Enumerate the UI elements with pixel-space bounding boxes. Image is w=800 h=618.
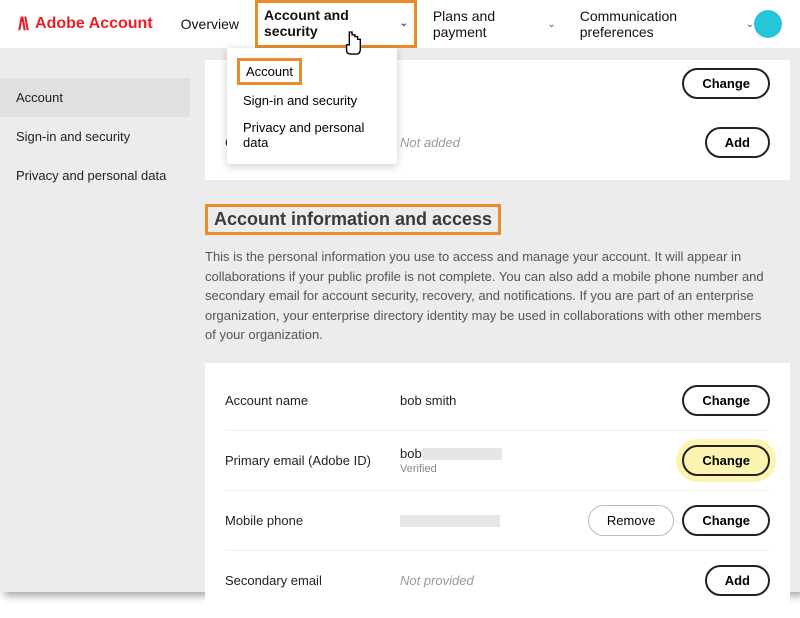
avatar[interactable] xyxy=(754,10,782,38)
primary-email-label: Primary email (Adobe ID) xyxy=(225,453,400,468)
mobile-label: Mobile phone xyxy=(225,513,400,528)
account-info-card: Account name bob smith Change Primary em… xyxy=(205,363,790,618)
nav-plans-label: Plans and payment xyxy=(433,8,544,40)
dropdown-signin[interactable]: Sign-in and security xyxy=(227,87,397,114)
adobe-logo[interactable]: /\\ Adobe Account xyxy=(18,14,153,35)
section-account-info: Account information and access This is t… xyxy=(205,204,790,345)
primary-email-text: bob xyxy=(400,446,422,461)
sidebar-account[interactable]: Account xyxy=(0,78,190,117)
primary-email-value: bob Verified xyxy=(400,446,682,475)
nav-comm-label: Communication preferences xyxy=(580,8,742,40)
nav-plans[interactable]: Plans and payment ⌄ xyxy=(433,8,556,40)
secondary-email-value: Not provided xyxy=(400,573,705,588)
section-title: Account information and access xyxy=(214,209,492,230)
change-account-name-button[interactable]: Change xyxy=(682,385,770,416)
chevron-down-icon: ⌄ xyxy=(746,19,754,30)
sidebar-privacy[interactable]: Privacy and personal data xyxy=(0,156,190,195)
nav-account-security[interactable]: Account and security ⌄ xyxy=(255,0,417,48)
sidebar-signin[interactable]: Sign-in and security xyxy=(0,117,190,156)
sidebar: Account Sign-in and security Privacy and… xyxy=(0,48,190,618)
nav-overview-label: Overview xyxy=(181,16,239,32)
account-name-value: bob smith xyxy=(400,393,682,408)
pointer-cursor-icon xyxy=(342,30,364,56)
chevron-down-icon: ⌄ xyxy=(547,19,555,30)
top-nav: /\\ Adobe Account Overview Account and s… xyxy=(0,0,800,48)
add-secondary-email-button[interactable]: Add xyxy=(705,565,770,596)
dropdown-account[interactable]: Account xyxy=(237,58,302,85)
nav-account-security-label: Account and security xyxy=(264,7,395,39)
adobe-logo-icon: /\\ xyxy=(18,14,27,35)
mobile-value xyxy=(400,513,588,528)
dropdown-privacy[interactable]: Privacy and personal data xyxy=(227,114,397,156)
account-security-dropdown: Account Sign-in and security Privacy and… xyxy=(227,48,397,164)
add-button[interactable]: Add xyxy=(705,127,770,158)
redacted-email xyxy=(422,448,502,460)
chevron-down-icon: ⌄ xyxy=(399,18,407,29)
brand-text: Adobe Account xyxy=(35,15,153,33)
secondary-email-label: Secondary email xyxy=(225,573,400,588)
section-desc: This is the personal information you use… xyxy=(205,247,790,345)
account-name-label: Account name xyxy=(225,393,400,408)
change-button[interactable]: Change xyxy=(682,68,770,99)
primary-email-status: Verified xyxy=(400,463,682,475)
redacted-mobile xyxy=(400,515,500,527)
nav-comm[interactable]: Communication preferences ⌄ xyxy=(580,8,754,40)
change-primary-email-button[interactable]: Change xyxy=(682,445,770,476)
top-field-c-value: Not added xyxy=(400,135,705,150)
nav-overview[interactable]: Overview xyxy=(181,16,239,32)
remove-mobile-button[interactable]: Remove xyxy=(588,505,674,536)
change-mobile-button[interactable]: Change xyxy=(682,505,770,536)
